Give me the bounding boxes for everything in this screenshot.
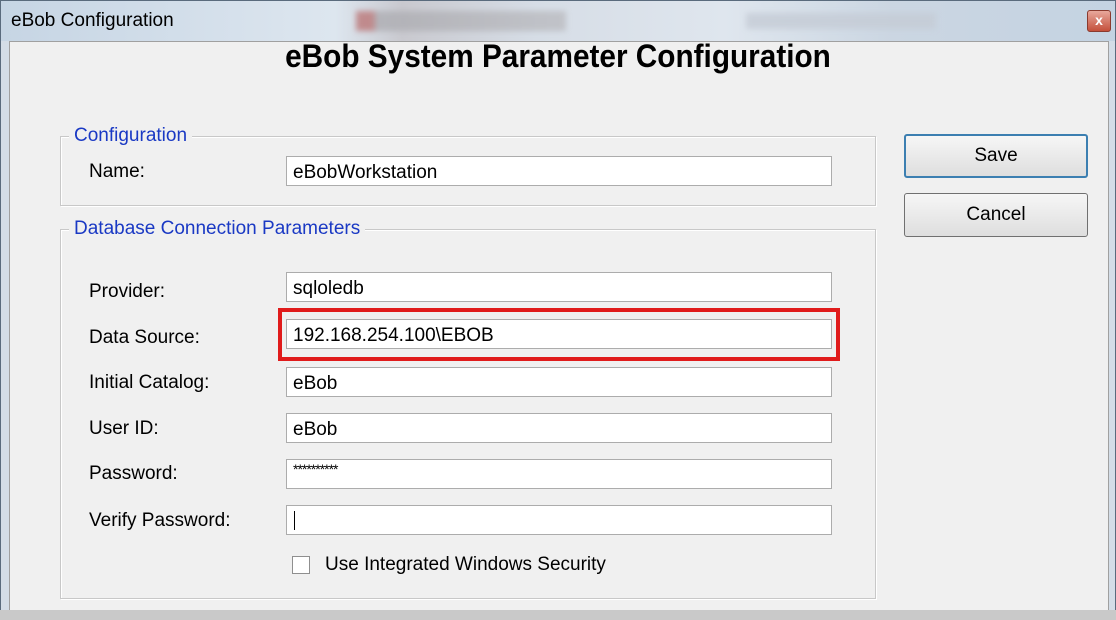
window-title: eBob Configuration: [11, 10, 174, 31]
integrated-security-label[interactable]: Use Integrated Windows Security: [325, 554, 606, 576]
password-label: Password:: [89, 463, 178, 484]
initial-catalog-field[interactable]: eBob: [286, 367, 832, 397]
configuration-legend: Configuration: [69, 125, 193, 147]
save-button[interactable]: Save: [904, 134, 1088, 178]
user-id-field[interactable]: eBob: [286, 413, 832, 443]
provider-field[interactable]: sqloledb: [286, 272, 832, 302]
blurred-taskbar-item: [356, 11, 566, 31]
integrated-security-checkbox[interactable]: [292, 556, 310, 574]
data-source-highlight: [278, 308, 840, 361]
dialog-heading: eBob System Parameter Configuration: [285, 38, 831, 74]
verify-password-field[interactable]: [286, 505, 832, 535]
provider-label: Provider:: [89, 281, 166, 302]
verify-password-label: Verify Password:: [89, 510, 231, 531]
database-connection-legend: Database Connection Parameters: [69, 218, 366, 240]
user-id-label: User ID:: [89, 418, 159, 439]
initial-catalog-label: Initial Catalog:: [89, 372, 210, 393]
data-source-label: Data Source:: [89, 327, 200, 348]
close-icon[interactable]: x: [1087, 10, 1111, 32]
name-label: Name:: [89, 161, 145, 182]
name-field[interactable]: eBobWorkstation: [286, 156, 832, 186]
password-field[interactable]: **********: [286, 459, 832, 489]
background-strip: [0, 610, 1116, 620]
cancel-button[interactable]: Cancel: [904, 193, 1088, 237]
title-bar[interactable]: eBob Configuration x: [1, 1, 1115, 41]
blurred-taskbar-item: [746, 13, 936, 29]
